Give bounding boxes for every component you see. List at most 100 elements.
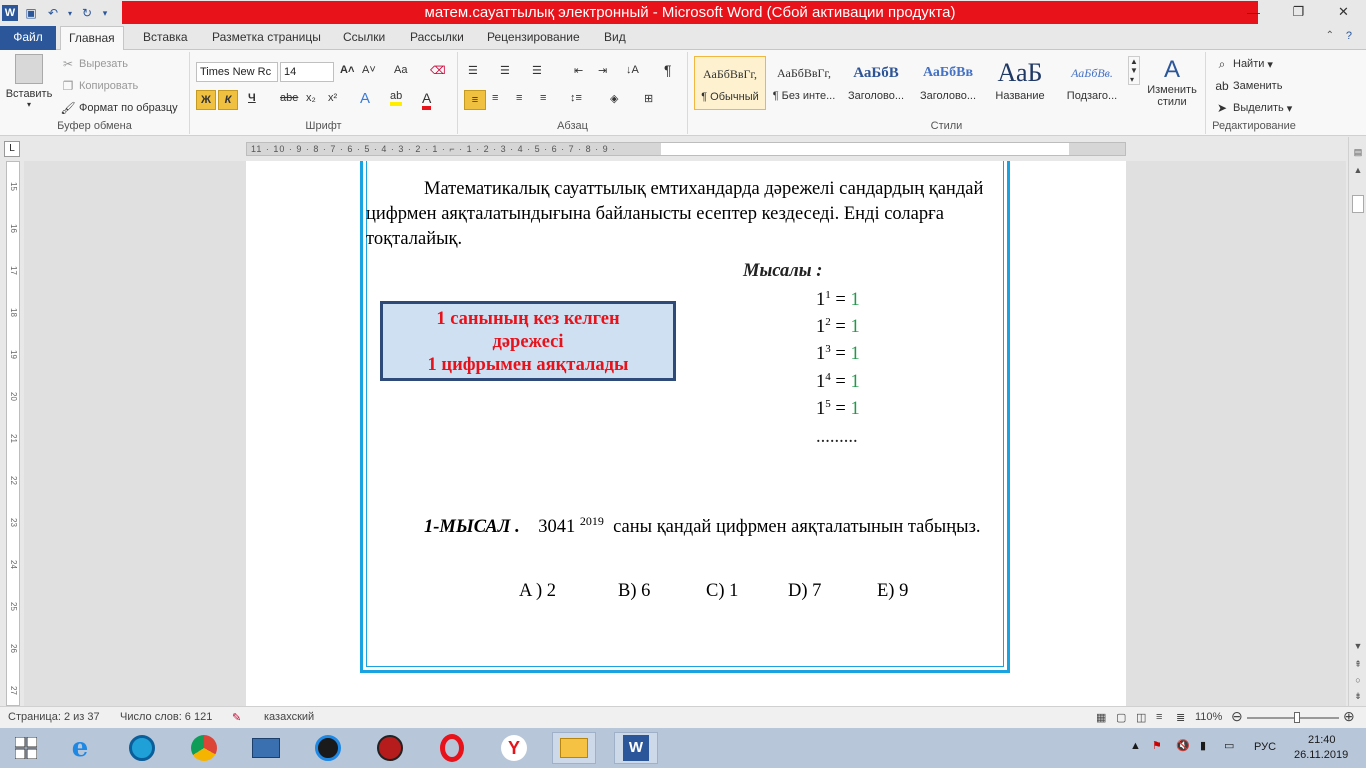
undo-icon[interactable]: ↶ bbox=[44, 4, 62, 22]
volume-icon[interactable]: 🔇 bbox=[1176, 739, 1190, 752]
sort-icon[interactable]: ↓A bbox=[626, 64, 639, 76]
change-case-button[interactable]: Aa bbox=[394, 64, 407, 76]
zoom-slider[interactable] bbox=[1247, 717, 1339, 719]
scroll-up-icon[interactable]: ▲ bbox=[1351, 163, 1365, 177]
strikethrough-button[interactable]: abe bbox=[280, 92, 298, 104]
zoom-in-icon[interactable]: ⊕ bbox=[1343, 708, 1355, 725]
font-color-button[interactable]: A bbox=[422, 90, 432, 110]
word-taskbar-icon[interactable]: W bbox=[614, 732, 658, 764]
collapse-ribbon-icon[interactable]: ⌃ bbox=[1326, 30, 1334, 41]
font-size-select[interactable]: 14 bbox=[280, 62, 334, 82]
web-layout-icon[interactable]: ◫ bbox=[1136, 711, 1146, 724]
tab-insert[interactable]: Вставка bbox=[135, 26, 196, 50]
change-styles-button[interactable]: A Изменить стили bbox=[1144, 56, 1200, 108]
align-center-icon[interactable]: ≡ bbox=[492, 92, 498, 104]
shrink-font-button[interactable]: A˅ bbox=[362, 64, 376, 76]
document-area[interactable]: Математикалық сауаттылық емтихандарда дә… bbox=[24, 161, 1346, 706]
borders-icon[interactable]: ⊞ bbox=[644, 92, 653, 105]
find-button[interactable]: ⌕ Найти ▾ bbox=[1214, 56, 1273, 72]
word-count[interactable]: Число слов: 6 121 bbox=[120, 711, 212, 723]
increase-indent-icon[interactable]: ⇥ bbox=[598, 64, 607, 77]
shading-icon[interactable]: ◈ bbox=[610, 92, 618, 105]
battery-icon[interactable]: ▭ bbox=[1224, 739, 1234, 752]
print-layout-icon[interactable]: ▦ bbox=[1096, 711, 1106, 724]
style-heading-1[interactable]: АаБбВ Заголово... bbox=[840, 56, 912, 110]
decrease-indent-icon[interactable]: ⇤ bbox=[574, 64, 583, 77]
help-icon[interactable]: ? bbox=[1346, 30, 1352, 42]
style-subtitle[interactable]: АаБбВв. Подзаго... bbox=[1056, 56, 1128, 110]
vertical-ruler[interactable]: 15 16 17 18 19 20 21 22 23 24 25 26 27 bbox=[6, 161, 20, 706]
numbering-icon[interactable]: ☰ bbox=[500, 64, 510, 77]
style-normal[interactable]: АаБбВвГг, ¶ Обычный bbox=[694, 56, 766, 110]
game-app-icon[interactable] bbox=[368, 732, 412, 764]
intro-paragraph[interactable]: Математикалық сауаттылық емтихандарда дә… bbox=[366, 177, 1006, 252]
align-right-icon[interactable]: ≡ bbox=[516, 92, 522, 104]
format-painter-button[interactable]: 🖌 Формат по образцу bbox=[60, 100, 177, 116]
chrome-icon[interactable] bbox=[182, 732, 226, 764]
start-button[interactable] bbox=[4, 732, 48, 764]
superscript-button[interactable]: x² bbox=[328, 92, 337, 104]
tab-home[interactable]: Главная bbox=[60, 26, 124, 51]
styles-scroll-icon[interactable]: ▲ ▼ ▾ bbox=[1128, 56, 1140, 85]
dropdown-icon[interactable]: ▾ bbox=[66, 4, 74, 22]
blue-app-icon[interactable] bbox=[120, 732, 164, 764]
horizontal-ruler[interactable]: 11 · 10 · 9 · 8 · 7 · 6 · 5 · 4 · 3 · 2 … bbox=[246, 142, 1126, 156]
equation-row[interactable]: 14 = 1 bbox=[816, 371, 860, 393]
language-indicator[interactable]: казахский bbox=[264, 711, 314, 723]
example-title[interactable]: Мысалы : bbox=[743, 261, 822, 282]
tab-references[interactable]: Ссылки bbox=[335, 26, 393, 50]
minimize-button[interactable]: — bbox=[1231, 0, 1276, 24]
browse-object-icon[interactable]: ○ bbox=[1351, 673, 1365, 687]
zoom-out-icon[interactable]: ⊖ bbox=[1231, 708, 1243, 725]
save-icon[interactable]: ▣ bbox=[22, 4, 40, 22]
align-left-icon[interactable]: ≡ bbox=[464, 90, 486, 110]
style-no-spacing[interactable]: АаБбВвГг, ¶ Без инте... bbox=[768, 56, 840, 110]
rule-text-box[interactable]: 1 санының кез келген дәрежесі 1 цифрымен… bbox=[380, 301, 676, 381]
file-explorer-icon[interactable] bbox=[552, 732, 596, 764]
clock-time[interactable]: 21:40 bbox=[1308, 734, 1336, 746]
answer-option[interactable]: C) 1 bbox=[706, 581, 738, 602]
replace-button[interactable]: ab Заменить bbox=[1214, 78, 1282, 94]
customize-qat-icon[interactable]: ▾ bbox=[100, 4, 110, 22]
cut-button[interactable]: ✂ Вырезать bbox=[60, 56, 128, 72]
answer-option[interactable]: D) 7 bbox=[788, 581, 821, 602]
scroll-down-icon[interactable]: ▼ bbox=[1351, 639, 1365, 653]
equation-row[interactable]: 12 = 1 bbox=[816, 316, 860, 338]
keyboard-app-icon[interactable] bbox=[244, 732, 288, 764]
scrollbar-thumb[interactable] bbox=[1352, 195, 1364, 213]
next-page-icon[interactable]: ⇟ bbox=[1351, 689, 1365, 703]
select-button[interactable]: ➤ Выделить ▾ bbox=[1214, 100, 1292, 116]
grow-font-button[interactable]: A˄ bbox=[340, 64, 354, 76]
style-heading-2[interactable]: АаБбВв Заголово... bbox=[912, 56, 984, 110]
yandex-icon[interactable]: Y bbox=[492, 732, 536, 764]
opera-icon[interactable] bbox=[430, 732, 474, 764]
network-icon[interactable]: ▮ bbox=[1200, 739, 1206, 752]
font-family-select[interactable]: Times New Rc bbox=[196, 62, 278, 82]
justify-icon[interactable]: ≡ bbox=[540, 92, 546, 104]
previous-page-icon[interactable]: ⇞ bbox=[1351, 657, 1365, 671]
page-indicator[interactable]: Страница: 2 из 37 bbox=[8, 711, 100, 723]
equation-row[interactable]: 15 = 1 bbox=[816, 398, 860, 420]
clear-format-icon[interactable]: ⌫ bbox=[430, 64, 446, 77]
italic-button[interactable]: К bbox=[218, 90, 238, 110]
word-logo-icon[interactable]: W bbox=[2, 5, 18, 21]
tab-page-layout[interactable]: Разметка страницы bbox=[204, 26, 329, 50]
tab-file[interactable]: Файл bbox=[0, 26, 56, 50]
flag-icon[interactable]: ⚑ bbox=[1152, 739, 1162, 752]
close-button[interactable]: ✕ bbox=[1321, 0, 1366, 24]
clock-date[interactable]: 26.11.2019 bbox=[1294, 749, 1348, 761]
outline-icon[interactable]: ≡ bbox=[1156, 711, 1162, 723]
paste-button[interactable]: Вставить ▾ bbox=[6, 54, 52, 109]
text-effects-icon[interactable]: A bbox=[360, 90, 370, 107]
full-screen-icon[interactable]: ▢ bbox=[1116, 711, 1126, 724]
style-title[interactable]: АаБ Название bbox=[984, 56, 1056, 110]
restore-button[interactable]: ❐ bbox=[1276, 0, 1321, 24]
answer-option[interactable]: A ) 2 bbox=[519, 581, 556, 602]
continuation-dots[interactable]: ......... bbox=[816, 427, 858, 448]
bullets-icon[interactable]: ☰ bbox=[468, 64, 478, 77]
vertical-scrollbar[interactable]: ▤ ▲ ▼ ⇞ ○ ⇟ bbox=[1348, 137, 1366, 706]
zoom-slider-knob[interactable] bbox=[1294, 712, 1300, 723]
tab-view[interactable]: Вид bbox=[596, 26, 634, 50]
line-spacing-icon[interactable]: ↕≡ bbox=[570, 92, 582, 104]
answer-option[interactable]: B) 6 bbox=[618, 581, 650, 602]
